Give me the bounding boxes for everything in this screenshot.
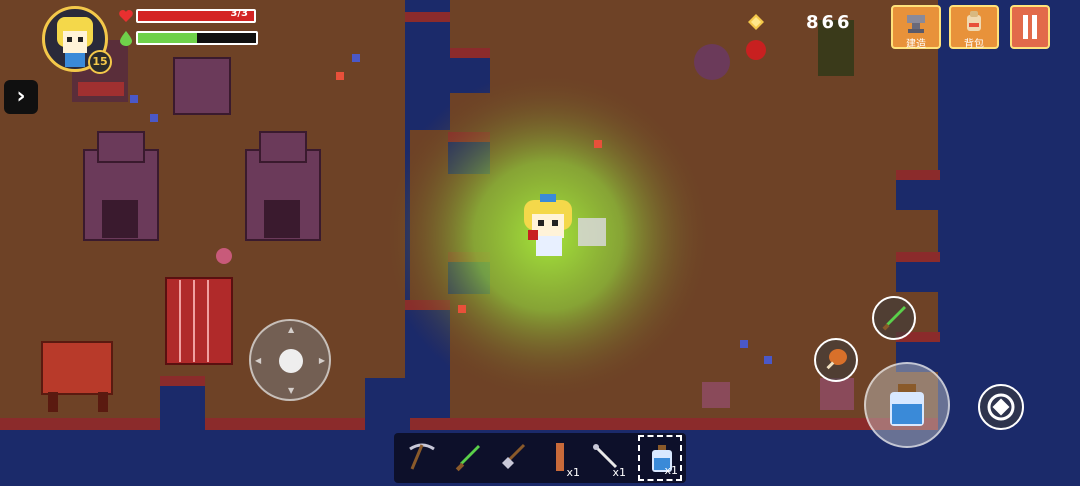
swap-tool-button[interactable] [978,384,1024,430]
workbench [41,341,113,395]
use-item-button[interactable] [864,362,950,448]
build-label: 建造 [906,39,926,50]
shovel-icon [502,443,526,469]
green-sword-icon [455,445,480,472]
bag-label: 背包 [964,39,984,50]
swap-icon [987,393,1015,421]
pickaxe-icon [409,443,435,470]
gem-icon [748,14,764,30]
hotbar-slot-6[interactable]: x1 [638,435,682,481]
anvil-icon [907,15,925,33]
loom [165,277,233,365]
hotbar-slot-4[interactable]: x1 [538,435,582,481]
player-level-badge: 15 [88,50,112,74]
attack-sword-button[interactable] [872,296,916,340]
joystick-right-arrow-icon: ▶ [318,356,325,365]
green-sword-icon [882,306,906,331]
coin-counter: 866 [806,12,853,33]
backpack-icon [967,11,981,31]
hotbar-slot-5[interactable]: x1 [584,435,628,481]
joystick-knob[interactable] [279,349,303,373]
hotbar-slot-3[interactable] [492,435,536,481]
energy-bar [136,31,258,45]
build-button[interactable]: 建造 [891,5,941,50]
meat-icon [826,349,847,370]
chevron-right-icon: › [16,84,26,109]
hotbar: x1 x1 x1 [394,433,686,483]
hotbar-slot-5-qty: x1 [612,466,626,479]
eat-food-button[interactable] [814,338,858,382]
joystick-up-arrow-icon: ▲ [288,325,295,334]
energy-bar-fill [138,33,197,43]
joystick-left-arrow-icon: ◀ [255,356,262,365]
movement-joystick[interactable]: ▲ ▼ ◀ ▶ [249,319,331,401]
heart-icon [119,10,133,22]
energy-icon [120,31,132,46]
joystick-down-arrow-icon: ▼ [288,386,295,395]
pause-icon [1023,15,1037,39]
hotbar-slot-1[interactable] [400,435,444,481]
health-bar: 3/3 [136,8,256,23]
hotbar-slot-2[interactable] [446,435,490,481]
hotbar-slot-6-qty: x1 [664,464,678,477]
backpack-button[interactable]: 背包 [949,5,999,50]
expand-side-panel-button[interactable]: › [4,80,38,114]
health-text: 3/3 [230,8,248,19]
pause-button[interactable] [1010,5,1050,49]
hotbar-slot-4-qty: x1 [566,466,580,479]
water-bottle-icon [890,384,924,426]
